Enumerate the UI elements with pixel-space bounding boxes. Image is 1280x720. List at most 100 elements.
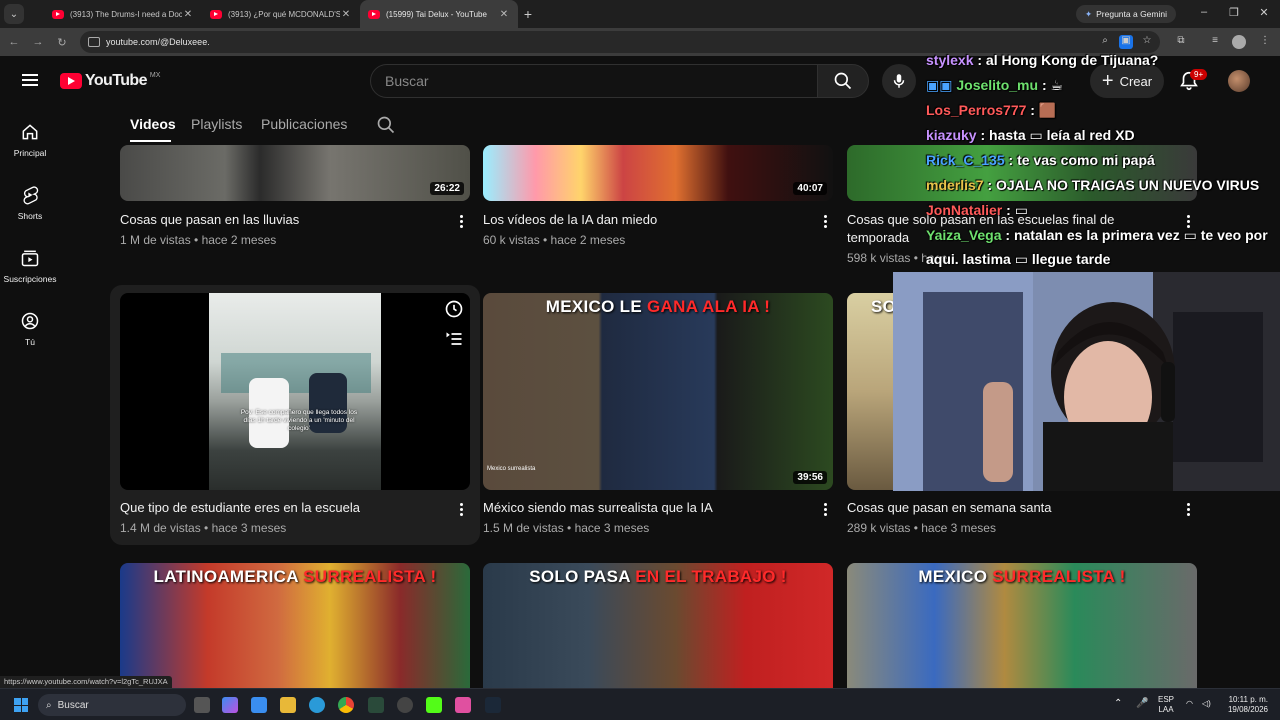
sidebar-item-principal[interactable]: Principal (0, 122, 60, 158)
chat-username: Rick_C_135 (926, 152, 1005, 168)
search-input[interactable]: Buscar (370, 64, 818, 98)
wifi-icon[interactable]: ◠ (1186, 699, 1193, 709)
sidebar-item-tu[interactable]: Tú (0, 311, 60, 347)
kick-icon[interactable] (426, 697, 442, 713)
sidebar-item-label: Tú (25, 337, 35, 347)
video-thumbnail-preview[interactable]: Pov: Ese compañero que llega todos los d… (120, 293, 470, 490)
close-icon[interactable]: ✕ (182, 9, 194, 20)
date: 19/08/2026 (1227, 705, 1268, 714)
chat-text: : hasta (980, 127, 1026, 143)
sidebar-item-shorts[interactable]: Shorts (0, 185, 60, 221)
volume-icon[interactable]: ◁) (1202, 699, 1211, 709)
sidebar-item-label: Shorts (17, 211, 43, 221)
tab-publicaciones[interactable]: Publicaciones (261, 116, 347, 132)
clock[interactable]: 10:11 p. m. 19/08/2026 (1222, 695, 1268, 715)
tab-title: (15999) Tai Delux - YouTube (386, 9, 487, 19)
xbox-icon[interactable] (368, 697, 384, 713)
app-icon[interactable] (455, 697, 471, 713)
video-meta: 289 k vistas • hace 3 meses (847, 521, 996, 535)
chat-text: : te vas como mi papá (1008, 152, 1155, 168)
profile-avatar[interactable] (1232, 35, 1246, 49)
language-indicator[interactable]: ESP LAA (1158, 695, 1174, 715)
status-bar-url: https://www.youtube.com/watch?v=l2gTc_RU… (0, 676, 172, 688)
video-title[interactable]: México siendo mas surrealista que la IA (483, 499, 713, 517)
emote-icon: ▭ (1183, 227, 1197, 243)
more-options-icon[interactable] (822, 215, 828, 231)
copilot-icon[interactable] (222, 697, 238, 713)
video-thumbnail[interactable]: MEXICO SURREALISTA ! (847, 563, 1197, 688)
chat-username: Los_Perros777 (926, 102, 1027, 118)
video-title[interactable]: Los vídeos de la IA dan miedo (483, 211, 657, 229)
region-code: MX (149, 71, 161, 79)
logo-text: YouTube (85, 72, 147, 89)
file-explorer-icon[interactable] (280, 697, 296, 713)
store-icon[interactable] (251, 697, 267, 713)
reload-icon[interactable]: ↻ (52, 36, 72, 49)
chevron-up-icon[interactable]: ⌃ (1114, 699, 1122, 709)
thumbnail-banner: SOLO PASA EN EL TRABAJO ! (529, 567, 787, 586)
more-options-icon[interactable] (822, 503, 828, 519)
app-icon[interactable] (397, 697, 413, 713)
browser-tab-active[interactable]: (15999) Tai Delux - YouTube ✕ (360, 0, 518, 28)
close-icon[interactable]: ✕ (340, 9, 352, 20)
forward-icon[interactable]: → (28, 36, 48, 48)
url-text: youtube.com/@Deluxeee. (106, 37, 210, 47)
bookmark-star-icon[interactable]: ☆ (1140, 35, 1154, 46)
video-thumbnail[interactable]: LATINOAMERICA SURREALISTA ! (120, 563, 470, 688)
address-bar[interactable]: youtube.com/@Deluxeee. (80, 31, 1160, 53)
taskbar-search[interactable]: ⌕ Buscar (38, 694, 186, 716)
chat-text: : (1041, 77, 1047, 93)
restore-icon[interactable]: ❐ (1226, 6, 1242, 19)
voice-search-button[interactable] (882, 64, 916, 98)
watch-later-icon[interactable] (444, 299, 464, 319)
emote-icon: 🟫 (1038, 102, 1057, 118)
gemini-button[interactable]: ✦ Pregunta a Gemini (1076, 5, 1176, 23)
edge-icon[interactable] (309, 697, 325, 713)
video-duration: 26:22 (430, 182, 464, 195)
more-options-icon[interactable] (458, 503, 464, 519)
video-thumbnail[interactable]: SOLO PASA EN EL TRABAJO ! (483, 563, 833, 688)
browser-tab[interactable]: (3913) The Drums-I need a Doc ✕ (44, 0, 202, 28)
chat-text: leía al red XD (1046, 127, 1135, 143)
video-title-line[interactable]: temporada (847, 229, 909, 247)
tab-playlists[interactable]: Playlists (191, 116, 242, 132)
chat-text: te veo por (1200, 227, 1268, 243)
video-thumbnail[interactable]: MEXICO LE GANA ALA IA ! Mexico surrealis… (483, 293, 833, 490)
channel-search-icon[interactable] (376, 115, 396, 135)
tab-search-button[interactable]: ⌄ (4, 4, 24, 24)
browser-tab[interactable]: (3913) ¿Por qué MCDONALD'S ✕ (202, 0, 360, 28)
close-window-icon[interactable]: ✕ (1256, 6, 1272, 19)
more-options-icon[interactable] (1185, 503, 1191, 519)
close-icon[interactable]: ✕ (498, 9, 510, 20)
task-view-icon[interactable] (194, 697, 210, 713)
video-title[interactable]: Cosas que pasan en semana santa (847, 499, 1052, 517)
video-thumbnail[interactable]: SO (847, 293, 893, 490)
add-to-queue-icon[interactable] (444, 329, 464, 349)
video-title[interactable]: Que tipo de estudiante eres en la escuel… (120, 499, 360, 517)
steam-icon[interactable] (485, 697, 501, 713)
microphone-icon[interactable]: 🎤 (1136, 699, 1148, 709)
windows-start-icon[interactable] (14, 698, 28, 712)
keyboard-layout: LAA (1158, 705, 1174, 714)
youtube-logo[interactable]: YouTube MX (60, 72, 160, 90)
minimize-icon[interactable]: – (1196, 6, 1212, 18)
cast-icon[interactable]: ▣ (1119, 35, 1133, 49)
tab-videos[interactable]: Videos (130, 116, 176, 132)
video-thumbnail[interactable]: 26:22 (120, 145, 470, 201)
media-icon[interactable]: ≡ (1208, 35, 1222, 46)
menu-kebab-icon[interactable]: ⋮ (1258, 35, 1272, 46)
extensions-icon[interactable]: ⧉ (1174, 35, 1188, 46)
menu-hamburger-icon[interactable] (22, 74, 38, 86)
search-button[interactable] (817, 64, 869, 98)
video-thumbnail[interactable]: 40:07 (483, 145, 833, 201)
site-info-icon[interactable] (88, 37, 100, 47)
more-options-icon[interactable] (458, 215, 464, 231)
sidebar-item-suscripciones[interactable]: Suscripciones (0, 248, 60, 284)
chrome-icon[interactable] (338, 697, 354, 713)
chat-message: ▣▣ Joselito_mu : ☕ (926, 77, 1063, 94)
video-title[interactable]: Cosas que pasan en las lluvias (120, 211, 299, 229)
back-icon[interactable]: ← (4, 36, 24, 48)
zoom-icon[interactable]: ⌕ (1098, 35, 1112, 46)
new-tab-icon[interactable]: + (518, 6, 538, 22)
sidebar-item-label: Principal (13, 148, 47, 158)
